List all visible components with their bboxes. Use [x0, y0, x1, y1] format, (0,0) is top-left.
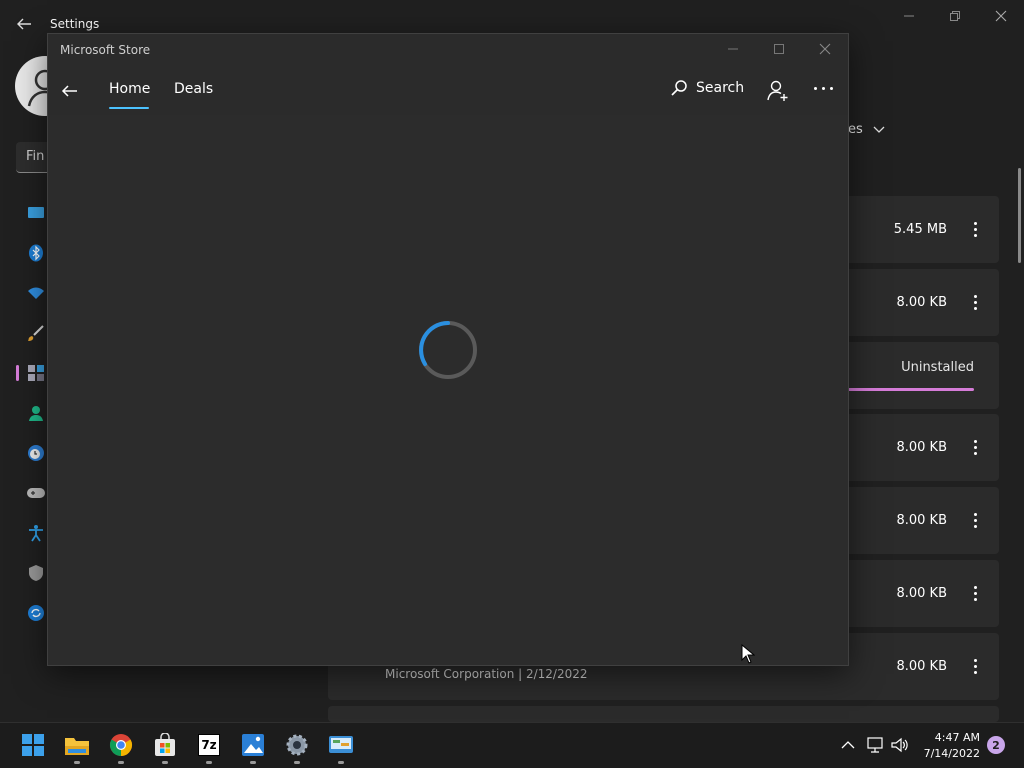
search-button[interactable]: Search: [670, 79, 744, 97]
minimize-button[interactable]: [710, 38, 756, 60]
more-options-button[interactable]: [969, 487, 981, 554]
7zip-icon[interactable]: 7z: [195, 731, 223, 759]
clock-time: 4:47 AM: [934, 731, 980, 744]
sort-dropdown[interactable]: es: [848, 122, 885, 137]
running-indicator: [162, 761, 168, 764]
active-tab-indicator: [109, 107, 149, 109]
app-size: 8.00 KB: [896, 295, 947, 310]
running-indicator: [74, 761, 80, 764]
back-arrow-icon[interactable]: [60, 81, 80, 101]
photos-icon[interactable]: [239, 731, 267, 759]
file-explorer-icon[interactable]: [63, 731, 91, 759]
gaming-icon[interactable]: [26, 483, 46, 503]
chrome-icon[interactable]: [107, 731, 135, 759]
display-icon[interactable]: [26, 203, 46, 223]
update-icon[interactable]: [26, 603, 46, 623]
store-icon[interactable]: [151, 731, 179, 759]
apps-icon[interactable]: [26, 363, 46, 383]
back-arrow-icon[interactable]: [14, 14, 34, 34]
mouse-cursor-icon: [741, 644, 755, 664]
accessibility-icon[interactable]: [26, 523, 46, 543]
close-icon: [819, 43, 831, 55]
close-icon: [995, 10, 1007, 22]
running-indicator: [294, 761, 300, 764]
app-size: 8.00 KB: [896, 513, 947, 528]
sort-label: es: [848, 122, 863, 137]
close-button[interactable]: [802, 38, 848, 60]
minimize-icon: [728, 48, 738, 50]
running-indicator: [118, 761, 124, 764]
app-publisher-date: Microsoft Corporation | 2/12/2022: [385, 667, 588, 681]
tab-home[interactable]: Home: [109, 81, 150, 97]
active-nav-indicator: [16, 365, 19, 381]
uninstall-progress-bar: [848, 388, 974, 391]
app-list-item: [328, 706, 999, 722]
notification-badge[interactable]: 2: [987, 736, 1005, 754]
minimize-button[interactable]: [886, 5, 932, 27]
app-size: 8.00 KB: [896, 586, 947, 601]
running-indicator: [206, 761, 212, 764]
window-title: Settings: [50, 17, 100, 31]
more-options-button[interactable]: [969, 269, 981, 336]
wifi-icon[interactable]: [26, 283, 46, 303]
bluetooth-icon[interactable]: [26, 243, 46, 263]
account-button[interactable]: [766, 79, 790, 103]
minimize-icon: [904, 15, 914, 17]
tab-deals[interactable]: Deals: [174, 81, 213, 97]
restore-icon: [950, 11, 960, 21]
search-label: Search: [696, 80, 745, 96]
start-icon[interactable]: [19, 731, 47, 759]
control-panel-icon[interactable]: [327, 731, 355, 759]
loading-spinner: [419, 321, 477, 379]
more-options-button[interactable]: [969, 633, 981, 700]
close-button[interactable]: [978, 5, 1024, 27]
microsoft-store-window: Microsoft Store Home Deals Search: [47, 33, 849, 666]
running-indicator: [338, 761, 344, 764]
system-clock[interactable]: 4:47 AM 7/14/2022: [910, 730, 980, 762]
uninstall-status: Uninstalled: [901, 360, 974, 375]
more-options-button[interactable]: [969, 560, 981, 627]
clock-icon[interactable]: [26, 443, 46, 463]
more-options-button[interactable]: [969, 196, 981, 263]
store-content-area: [48, 115, 848, 665]
taskbar: 7z 4:47 AM 7/14/2022 2: [0, 722, 1024, 768]
shield-icon[interactable]: [26, 563, 46, 583]
chevron-down-icon: [873, 126, 885, 133]
7zip-label: 7z: [198, 734, 220, 756]
more-options-button[interactable]: [814, 87, 833, 90]
app-size: 8.00 KB: [896, 659, 947, 674]
app-size: 5.45 MB: [893, 222, 947, 237]
running-indicator: [250, 761, 256, 764]
settings-icon[interactable]: [283, 731, 311, 759]
chevron-up-icon[interactable]: [838, 735, 858, 755]
maximize-button[interactable]: [756, 38, 802, 60]
brush-icon[interactable]: [26, 323, 46, 343]
scrollbar[interactable]: [1018, 168, 1021, 263]
maximize-icon: [774, 44, 784, 54]
network-icon[interactable]: [865, 735, 885, 755]
clock-date: 7/14/2022: [923, 747, 980, 760]
restore-button[interactable]: [932, 5, 978, 27]
more-options-button[interactable]: [969, 414, 981, 481]
search-icon: [671, 80, 687, 96]
app-size: 8.00 KB: [896, 440, 947, 455]
store-nav-bar: Home Deals Search: [48, 67, 848, 115]
volume-icon[interactable]: [890, 735, 910, 755]
account-icon[interactable]: [26, 403, 46, 423]
window-title: Microsoft Store: [60, 43, 151, 57]
add-account-icon: [767, 80, 788, 101]
